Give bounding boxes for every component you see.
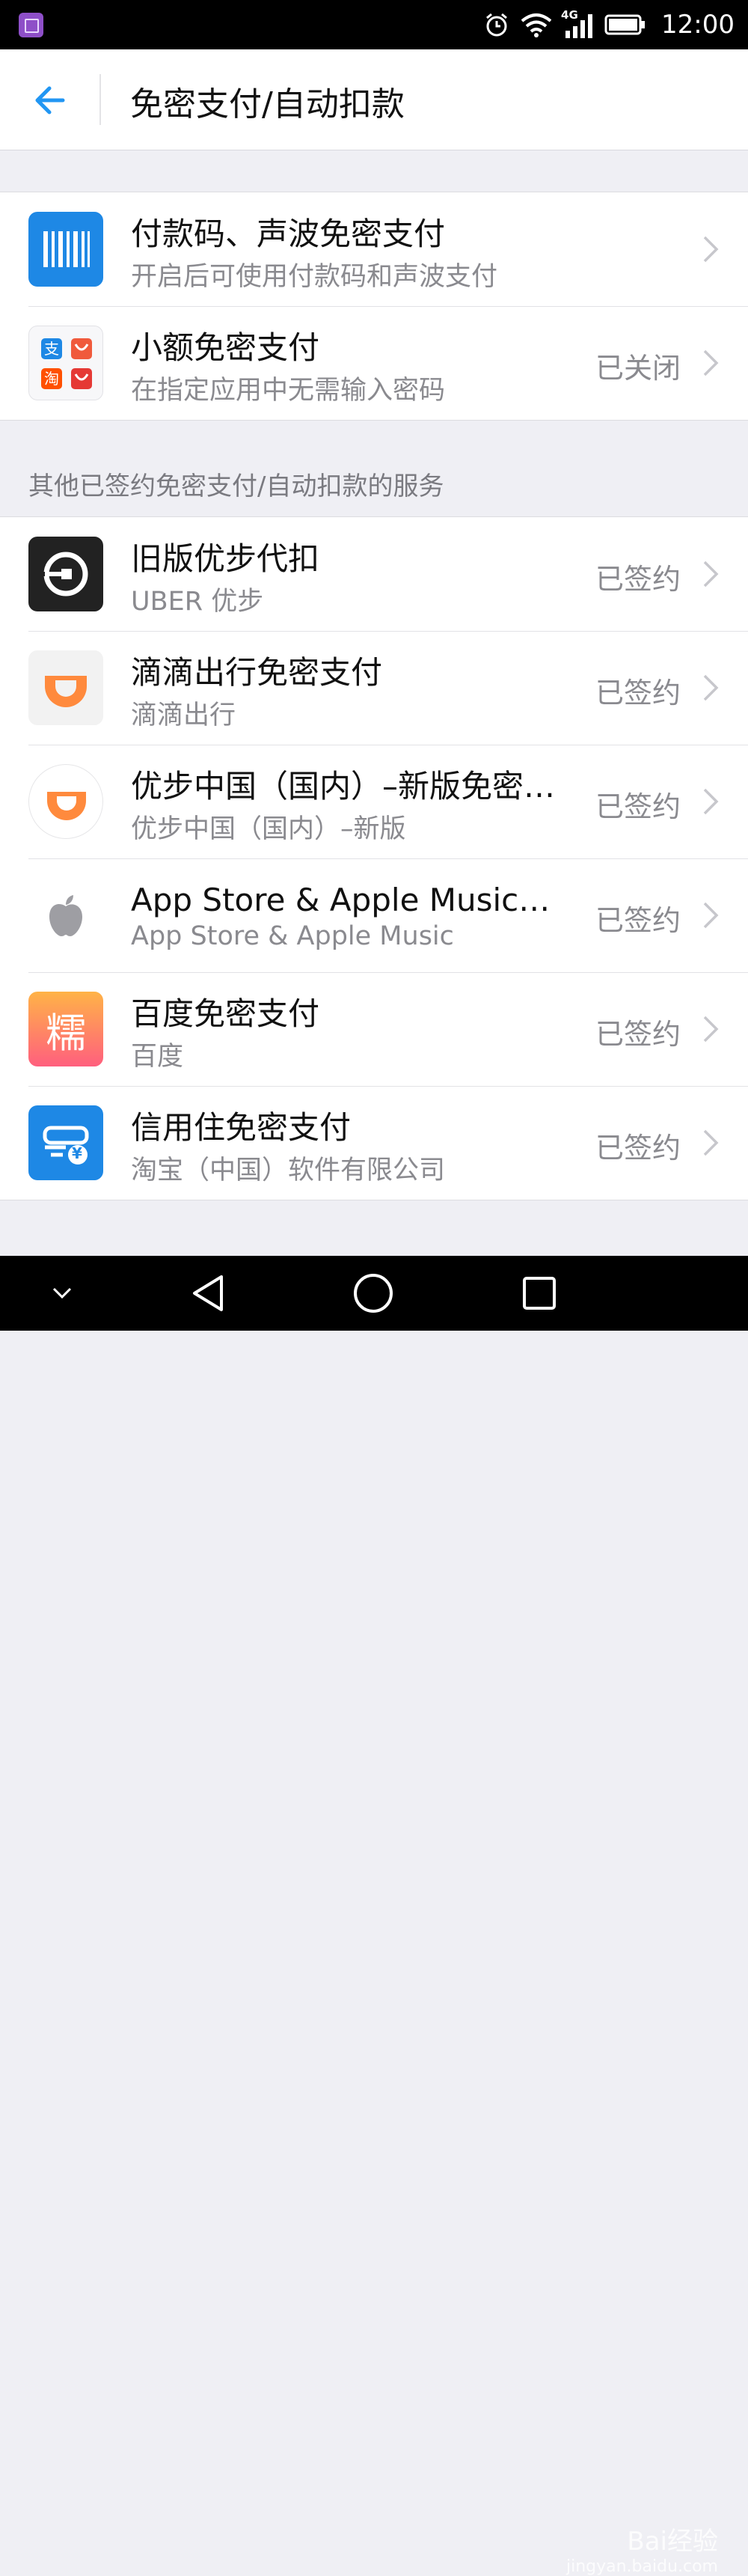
barcode-icon	[28, 212, 103, 287]
section-header: 其他已签约免密支付/自动扣款的服务	[28, 471, 444, 501]
item-title: 付款码、声波免密支付	[131, 216, 446, 252]
chevron-right-icon	[703, 1129, 719, 1156]
item-status: 已签约	[595, 1018, 681, 1051]
battery-icon	[604, 14, 646, 35]
list-item-uber-china[interactable]: 优步中国（国内）–新版免密… 优步中国（国内）–新版 已签约	[0, 745, 748, 858]
item-status: 已签约	[595, 1132, 681, 1165]
list-item-uber-legacy[interactable]: 旧版优步代扣 UBER 优步 已签约	[0, 517, 748, 631]
chevron-right-icon	[703, 1016, 719, 1043]
alipay-taobao-icon: 支 淘	[28, 326, 103, 400]
item-subtitle: UBER 优步	[131, 587, 264, 617]
header-divider	[99, 74, 101, 125]
circle-home-icon	[354, 1274, 393, 1313]
alarm-icon	[486, 13, 507, 37]
apple-icon	[28, 878, 103, 953]
chevron-right-icon	[703, 236, 719, 263]
item-subtitle: App Store & Apple Music	[131, 921, 454, 951]
page-title: 免密支付/自动扣款	[130, 85, 405, 123]
item-subtitle: 滴滴出行	[131, 701, 236, 730]
credit-stay-icon: ¥	[28, 1105, 103, 1180]
nav-back-button[interactable]	[183, 1256, 233, 1331]
item-title: 旧版优步代扣	[131, 540, 320, 577]
item-status: 已签约	[595, 904, 681, 937]
yuan-glyph: ¥	[72, 1144, 82, 1162]
nav-recents-button[interactable]	[515, 1256, 564, 1331]
didi-circle-icon	[28, 764, 103, 839]
item-subtitle: 开启后可使用付款码和声波支付	[131, 262, 498, 292]
list-item-didi[interactable]: 滴滴出行免密支付 滴滴出行 已签约	[0, 631, 748, 745]
nav-home-button[interactable]	[349, 1256, 398, 1331]
item-title: 信用住免密支付	[131, 1109, 352, 1146]
item-title: 小额免密支付	[131, 329, 320, 366]
list-item-app-store[interactable]: App Store & Apple Music免… App Store & Ap…	[0, 858, 748, 972]
svg-text:支: 支	[44, 340, 59, 358]
uber-icon	[28, 537, 103, 611]
baidu-nuomi-icon: 糯	[28, 992, 103, 1066]
watermark-brand: Bai经验	[627, 2527, 718, 2557]
item-subtitle: 优步中国（国内）–新版	[131, 814, 406, 844]
baidu-watermark: Bai经验 jingyan.baidu.com	[566, 2521, 718, 2576]
status-icons: 4G 12:00	[483, 0, 735, 49]
nav-hide-button[interactable]	[37, 1256, 87, 1331]
wifi-icon	[521, 13, 552, 37]
list-item-credit-stay[interactable]: ¥ 信用住免密支付 淘宝（中国）软件有限公司 已签约	[0, 1086, 748, 1200]
chevron-right-icon	[703, 902, 719, 929]
item-title: 优步中国（国内）–新版免密…	[131, 768, 556, 805]
chevron-right-icon	[703, 350, 719, 376]
list-item-barcode-payment[interactable]: 付款码、声波免密支付 开启后可使用付款码和声波支付	[0, 192, 748, 306]
status-bar: 4G 12:00	[0, 0, 748, 49]
chevron-right-icon	[703, 561, 719, 587]
list-item-baidu[interactable]: 糯 百度免密支付 百度 已签约	[0, 972, 748, 1086]
item-title: 百度免密支付	[131, 995, 320, 1032]
app-header: 免密支付/自动扣款	[0, 49, 748, 150]
watermark-url: jingyan.baidu.com	[565, 2557, 718, 2576]
item-title: 滴滴出行免密支付	[131, 654, 383, 691]
item-subtitle: 在指定应用中无需输入密码	[131, 376, 446, 406]
item-title: App Store & Apple Music免…	[131, 882, 572, 918]
signed-services-list: 旧版优步代扣 UBER 优步 已签约 滴滴出行免密支付 滴滴出行 已签约 优步中…	[0, 516, 748, 1200]
gallery-notification-icon	[19, 13, 43, 37]
square-recents-icon	[523, 1277, 556, 1310]
chevron-right-icon	[703, 788, 719, 815]
signal-icon: 4G	[561, 8, 594, 40]
back-arrow-icon[interactable]	[30, 79, 72, 121]
item-status: 已关闭	[595, 352, 681, 385]
item-subtitle: 淘宝（中国）软件有限公司	[131, 1156, 446, 1185]
item-status: 已签约	[595, 790, 681, 823]
list-item-small-amount-payment[interactable]: 支 淘 小额免密支付 在指定应用中无需输入密码 已关闭	[0, 306, 748, 420]
item-subtitle: 百度	[131, 1042, 184, 1072]
chevron-down-icon	[52, 1287, 72, 1299]
item-status: 已签约	[595, 563, 681, 596]
nuomi-glyph: 糯	[46, 1009, 86, 1057]
triangle-back-icon	[193, 1275, 223, 1311]
svg-text:淘: 淘	[44, 370, 59, 388]
didi-icon	[28, 650, 103, 725]
chevron-right-icon	[703, 674, 719, 701]
payment-settings-group: 付款码、声波免密支付 开启后可使用付款码和声波支付 支 淘 小额免密支付 在指定…	[0, 192, 748, 421]
navigation-bar: Bai经验 jingyan.baidu.com	[0, 1256, 748, 2576]
clock: 12:00	[661, 10, 735, 40]
item-status: 已签约	[595, 677, 681, 709]
